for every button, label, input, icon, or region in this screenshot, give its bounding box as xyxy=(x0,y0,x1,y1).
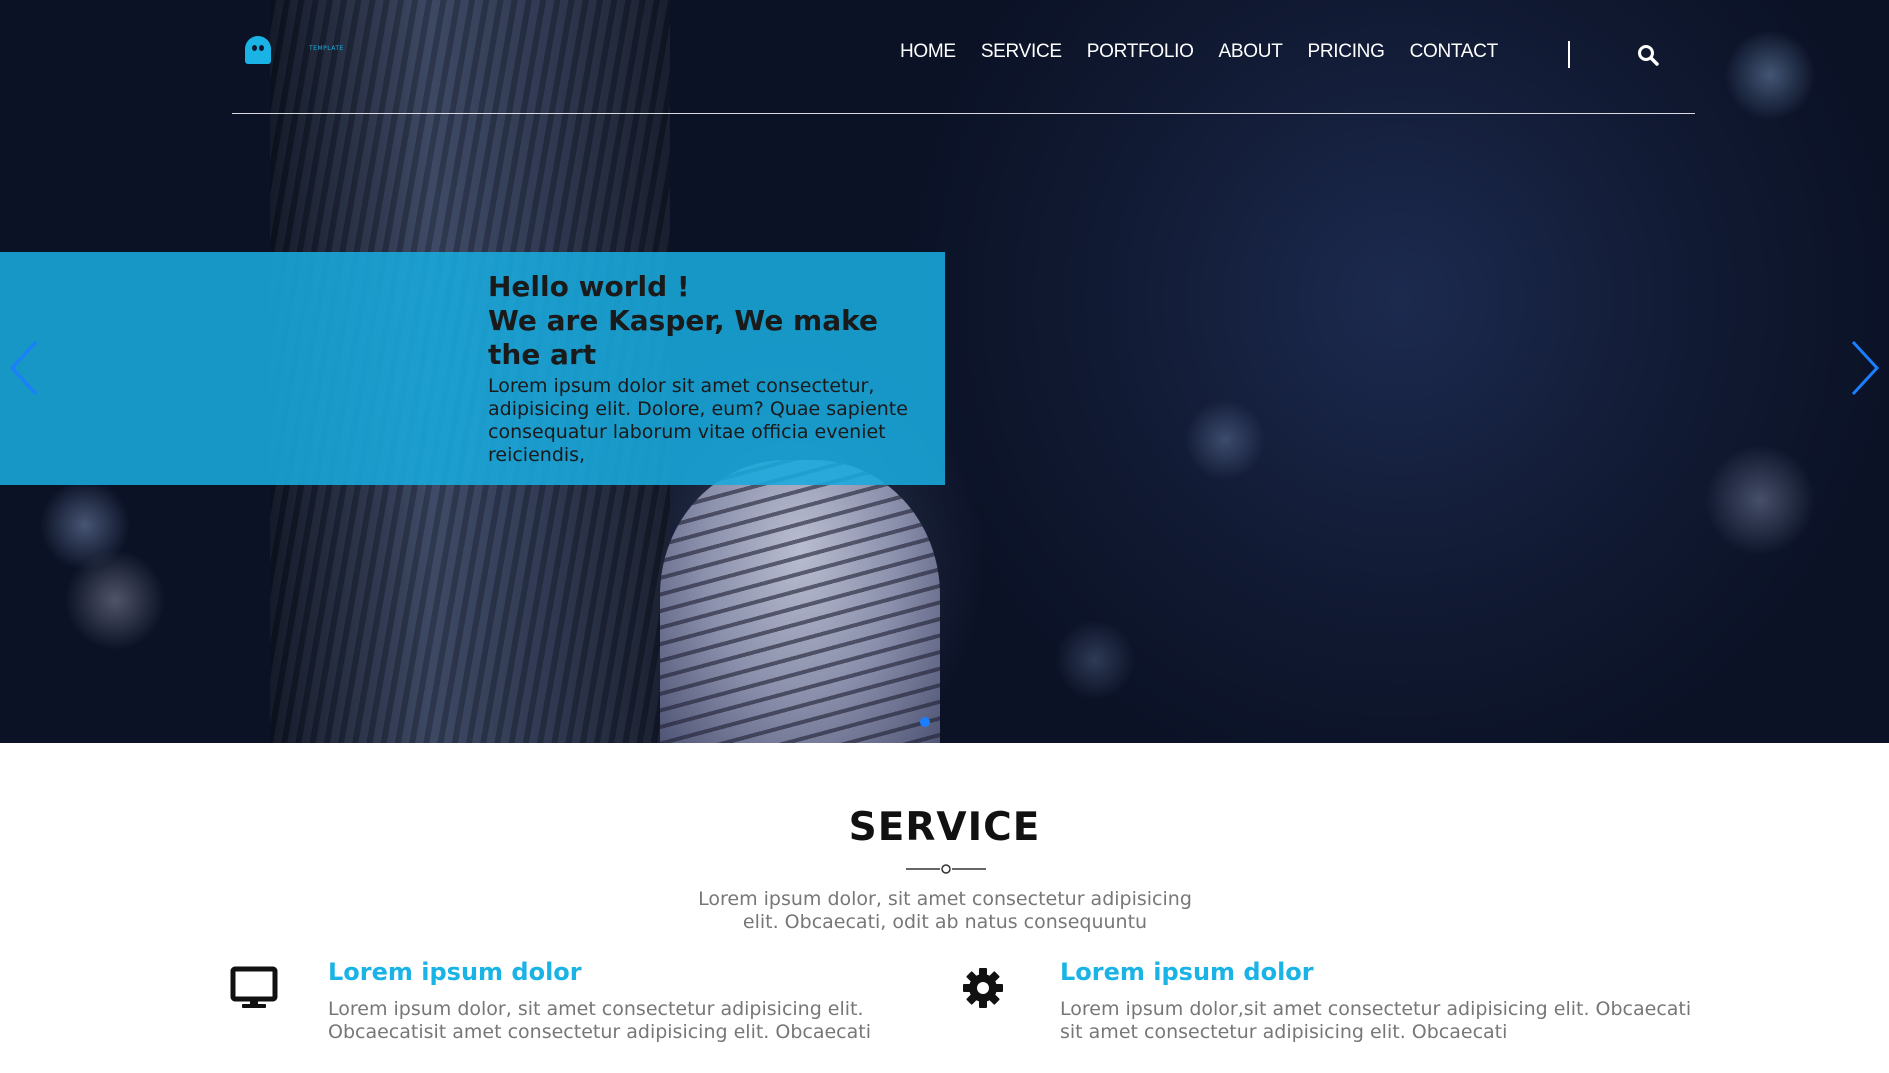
prev-slide-arrow-icon[interactable] xyxy=(6,338,42,398)
slide-indicator-dot[interactable] xyxy=(920,717,930,727)
logo[interactable]: TEMPLATE xyxy=(245,36,343,64)
nav-divider xyxy=(1568,41,1570,68)
nav-home[interactable]: HOME xyxy=(900,41,956,63)
ghost-logo-icon xyxy=(245,36,271,64)
title-divider xyxy=(906,864,986,874)
feature-text: Lorem ipsum dolor,sit amet consectetur a… xyxy=(1060,998,1692,1043)
feature-title: Lorem ipsum dolor xyxy=(1060,958,1314,986)
hero-title-line1: Hello world ! xyxy=(488,270,690,303)
gear-icon xyxy=(963,968,1003,1008)
service-description: Lorem ipsum dolor, sit amet consectetur … xyxy=(698,888,1192,933)
nav-pricing[interactable]: PRICING xyxy=(1308,41,1385,63)
nav-contact[interactable]: CONTACT xyxy=(1410,41,1499,63)
nav-about[interactable]: ABOUT xyxy=(1219,41,1283,63)
service-title: SERVICE xyxy=(848,805,1041,850)
monitor-icon xyxy=(230,966,278,1008)
feature-title: Lorem ipsum dolor xyxy=(328,958,582,986)
header-divider xyxy=(232,113,1695,114)
search-icon[interactable] xyxy=(1636,43,1660,67)
hero-title-line2: We are Kasper, We make the art xyxy=(488,304,878,371)
feature-text: Lorem ipsum dolor, sit amet consectetur … xyxy=(328,998,871,1043)
hero-caption: Hello world ! We are Kasper, We make the… xyxy=(0,252,945,485)
nav-service[interactable]: SERVICE xyxy=(981,41,1062,63)
hero-slider: TEMPLATE HOME SERVICE PORTFOLIO ABOUT PR… xyxy=(0,0,1889,743)
logo-text: TEMPLATE xyxy=(309,45,344,52)
hero-background-owl xyxy=(660,460,940,743)
main-nav: HOME SERVICE PORTFOLIO ABOUT PRICING CON… xyxy=(900,41,1523,63)
next-slide-arrow-icon[interactable] xyxy=(1847,338,1883,398)
hero-text: Lorem ipsum dolor sit amet consectetur, … xyxy=(488,375,908,466)
hero-title: Hello world ! We are Kasper, We make the… xyxy=(488,270,928,372)
nav-portfolio[interactable]: PORTFOLIO xyxy=(1087,41,1194,63)
